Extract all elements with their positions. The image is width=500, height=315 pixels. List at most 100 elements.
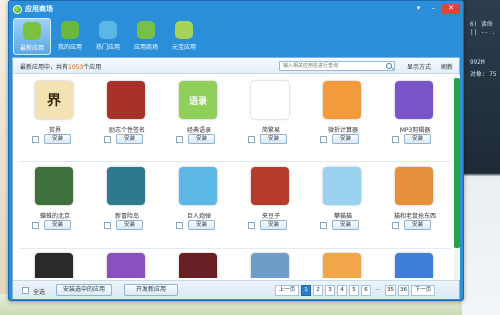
prev-page-button[interactable]: 上一页 [275, 285, 299, 296]
install-button[interactable]: 安装 [188, 134, 215, 144]
page-button[interactable]: 35 [385, 285, 396, 296]
search-box [279, 61, 395, 71]
app-card[interactable] [163, 249, 235, 278]
dark-game-icon[interactable] [179, 253, 217, 278]
app-name: 贫界 [48, 127, 61, 134]
search-input[interactable] [280, 62, 380, 70]
person-icon [61, 21, 79, 39]
vertical-scrollbar[interactable] [454, 75, 460, 280]
background-text: 对象: 75 [470, 71, 497, 78]
install-button[interactable]: 安装 [116, 220, 143, 230]
app-card[interactable]: 新冒险岛 安装 [91, 163, 163, 241]
develop-app-button[interactable]: 开发新应用 [124, 284, 178, 296]
nav-item[interactable]: 最新应用 [13, 18, 51, 55]
app-count-text: 最新应用中，共有1053个应用 [20, 62, 101, 71]
app-card[interactable]: 猫和老鼠抢东西 安装 [379, 163, 451, 241]
music-icon[interactable] [395, 81, 433, 119]
app-card[interactable]: 夹豆子 安装 [235, 163, 307, 241]
app-card[interactable]: MP3剪辑器 安装 [379, 77, 451, 155]
install-button[interactable]: 安装 [332, 220, 359, 230]
install-button[interactable]: 安装 [44, 220, 71, 230]
select-all-checkbox[interactable] [22, 287, 29, 294]
app-card[interactable] [91, 249, 163, 278]
app-checkbox[interactable] [32, 222, 39, 229]
app-card[interactable]: 攀猫猫 安装 [307, 163, 379, 241]
app-checkbox[interactable] [176, 136, 183, 143]
app-checkbox[interactable] [176, 222, 183, 229]
install-button[interactable]: 安装 [260, 220, 287, 230]
page-button[interactable]: 5 [349, 285, 359, 296]
app-card[interactable]: 界贫界 安装 [19, 77, 91, 155]
rocket-icon[interactable] [179, 167, 217, 205]
fantasy-icon[interactable] [107, 167, 145, 205]
app-checkbox[interactable] [248, 222, 255, 229]
title-bar[interactable]: 应用商场 ▾ – ✕ [9, 1, 463, 17]
app-card[interactable]: 巨人炮弹 安装 [163, 163, 235, 241]
install-button[interactable]: 安装 [332, 134, 359, 144]
app-checkbox[interactable] [248, 136, 255, 143]
nav-item[interactable]: 我的应用 [51, 18, 89, 55]
app-checkbox[interactable] [104, 136, 111, 143]
install-button[interactable]: 安装 [260, 134, 287, 144]
nav-item[interactable]: 应用商场 [127, 18, 165, 55]
dropdown-menu-button[interactable]: ▾ [412, 4, 425, 14]
app-checkbox[interactable] [392, 136, 399, 143]
current-page-button[interactable]: 1 [301, 285, 311, 296]
install-button[interactable]: 安装 [188, 220, 215, 230]
minimize-button[interactable]: – [427, 4, 440, 14]
next-page-button[interactable]: 下一页 [411, 285, 435, 296]
app-checkbox[interactable] [320, 136, 327, 143]
nav-item-label: 我的应用 [57, 44, 82, 51]
app-store-window: 应用商场 ▾ – ✕ 最新应用 我的应用 热门应用 应用商场 元宝应用 最新应用中，共有… [8, 0, 464, 301]
scroll-thumb[interactable] [454, 78, 460, 248]
app-card[interactable] [379, 249, 451, 278]
app-card[interactable]: 语录 经典语录 安装 [163, 77, 235, 155]
page-button[interactable]: 36 [398, 285, 409, 296]
page-button[interactable]: 4 [337, 285, 347, 296]
install-button[interactable]: 安装 [116, 134, 143, 144]
close-button[interactable]: ✕ [442, 4, 460, 14]
quotes-icon[interactable]: 语录 [179, 81, 217, 119]
refresh-button[interactable]: 刷新 [441, 62, 453, 71]
page-button[interactable]: 3 [325, 285, 335, 296]
app-checkbox[interactable] [32, 136, 39, 143]
calculator-icon[interactable] [323, 81, 361, 119]
app-card[interactable] [19, 249, 91, 278]
install-button[interactable]: 安装 [404, 134, 431, 144]
nav-item[interactable]: 元宝应用 [165, 18, 203, 55]
app-checkbox[interactable] [392, 222, 399, 229]
view-mode-button[interactable]: 显示方式 [407, 62, 431, 71]
swirl-icon[interactable] [251, 81, 289, 119]
page-button[interactable]: 6 [361, 285, 371, 296]
app-card[interactable]: 简繁易 安装 [235, 77, 307, 155]
app-card[interactable]: 励志个性签名 安装 [91, 77, 163, 155]
app-name: 简繁易 [261, 127, 280, 134]
bubbles-icon[interactable] [107, 253, 145, 278]
install-selected-button[interactable]: 安装选中的应用 [56, 284, 112, 296]
search-icon[interactable] [386, 63, 392, 69]
nav-item[interactable]: 热门应用 [89, 18, 127, 55]
app-card[interactable] [307, 249, 379, 278]
app-name: 猫和老鼠抢东西 [393, 213, 436, 220]
install-button[interactable]: 安装 [44, 134, 71, 144]
install-button[interactable]: 安装 [404, 220, 431, 230]
photo-icon[interactable] [251, 253, 289, 278]
cartoon-icon[interactable] [395, 167, 433, 205]
blue-game-icon[interactable] [395, 253, 433, 278]
app-checkbox[interactable] [104, 222, 111, 229]
nav-item-label: 应用商场 [133, 44, 158, 51]
page-button[interactable]: 2 [313, 285, 323, 296]
calligraphy-icon[interactable]: 界 [35, 81, 73, 119]
app-card[interactable]: 蝶蛛的北京 安装 [19, 163, 91, 241]
app-card[interactable]: 微折计算器 安装 [307, 77, 379, 155]
sun-shield-icon [23, 22, 41, 40]
book-icon[interactable] [107, 81, 145, 119]
app-card[interactable] [235, 249, 307, 278]
tree-icon[interactable] [35, 167, 73, 205]
sunset-icon[interactable] [323, 253, 361, 278]
portrait-icon[interactable] [35, 253, 73, 278]
snow-icon[interactable] [323, 167, 361, 205]
bean-icon[interactable] [251, 167, 289, 205]
app-checkbox[interactable] [320, 222, 327, 229]
background-text: 992M [470, 59, 485, 66]
